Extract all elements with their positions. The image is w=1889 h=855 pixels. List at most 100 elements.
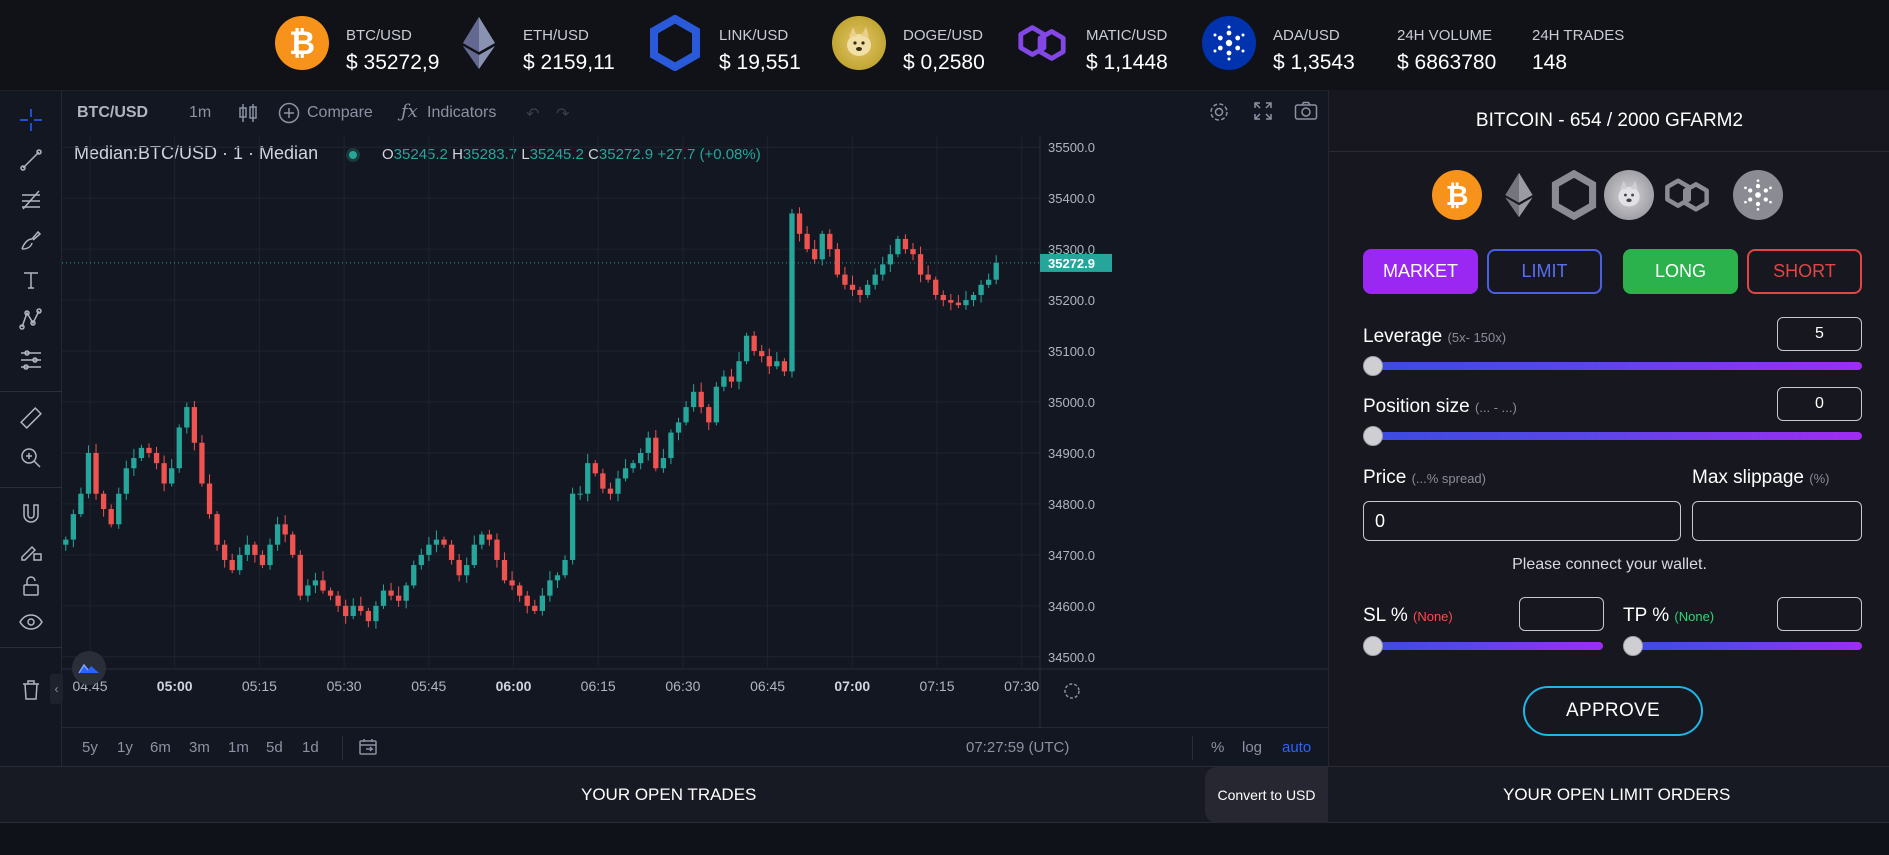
limit-order-button[interactable]: LIMIT — [1487, 249, 1602, 294]
tools-divider — [0, 487, 62, 488]
candle-body — [297, 554, 303, 596]
candle-body — [517, 585, 523, 596]
tradingview-logo-icon[interactable] — [72, 651, 106, 685]
time-tick-label: 06:30 — [665, 678, 700, 694]
candle-body — [751, 335, 757, 352]
candle-body — [925, 274, 931, 280]
sl-hint: (None) — [1413, 609, 1453, 624]
compare-button[interactable]: Compare — [307, 104, 373, 122]
candle-body — [842, 274, 848, 285]
utc-clock[interactable]: 07:27:59 (UTC) — [966, 739, 1069, 756]
prediction-tool-icon[interactable] — [16, 345, 46, 375]
magnet-icon[interactable] — [16, 499, 46, 529]
max-slippage-input[interactable] — [1692, 501, 1862, 541]
candle-body — [464, 565, 470, 576]
ruler-icon[interactable] — [16, 403, 46, 433]
max-slippage-hint: (%) — [1809, 471, 1830, 486]
candle-body — [902, 238, 909, 250]
snapshot-camera-icon[interactable] — [1294, 101, 1318, 126]
asset-selector: ₿ — [1329, 170, 1889, 226]
price-tick-label: 34900.0 — [1048, 446, 1095, 461]
tp-label-text: TP % — [1623, 605, 1670, 626]
compare-plus-icon[interactable] — [278, 102, 300, 129]
position-size-input[interactable] — [1777, 387, 1862, 421]
tp-slider-handle[interactable] — [1623, 636, 1643, 656]
convert-to-usd-button[interactable]: Convert to USD — [1205, 767, 1328, 823]
fullscreen-icon[interactable] — [1253, 101, 1273, 126]
candle-body — [169, 468, 175, 484]
candle-body — [675, 422, 682, 433]
candle-body — [131, 458, 137, 469]
sl-slider-handle[interactable] — [1363, 636, 1383, 656]
ethereum-icon[interactable] — [1494, 170, 1544, 220]
trash-icon[interactable] — [16, 675, 46, 705]
percent-scale-toggle[interactable]: % — [1211, 739, 1224, 756]
tools-divider — [0, 391, 62, 392]
crosshair-icon[interactable] — [16, 105, 46, 135]
redo-icon[interactable]: ↷ — [556, 104, 569, 124]
range-1d[interactable]: 1d — [302, 739, 319, 756]
eye-icon[interactable] — [16, 607, 46, 637]
auto-scale-toggle[interactable]: auto — [1282, 739, 1311, 756]
position-size-slider[interactable] — [1363, 426, 1862, 446]
range-5d[interactable]: 5d — [266, 739, 283, 756]
undo-icon[interactable]: ↶ — [526, 104, 539, 124]
short-button[interactable]: SHORT — [1747, 249, 1862, 294]
text-tool-icon[interactable] — [16, 265, 46, 295]
pattern-tool-icon[interactable] — [16, 305, 46, 335]
tp-input[interactable] — [1777, 597, 1862, 631]
indicators-button[interactable]: Indicators — [427, 104, 496, 122]
range-1m[interactable]: 1m — [228, 739, 249, 756]
candle-body — [327, 590, 334, 596]
leverage-slider-handle[interactable] — [1363, 356, 1383, 376]
open-limit-orders-tab[interactable]: YOUR OPEN LIMIT ORDERS — [1503, 785, 1730, 805]
trend-line-icon[interactable] — [16, 145, 46, 175]
candle-style-icon[interactable] — [238, 102, 258, 129]
candle-body — [252, 544, 258, 555]
leverage-slider[interactable] — [1363, 356, 1862, 376]
pair-title: BITCOIN - 654 / 2000 GFARM2 — [1329, 90, 1889, 152]
unlock-icon[interactable] — [16, 571, 46, 601]
leverage-input[interactable] — [1777, 317, 1862, 351]
range-6m[interactable]: 6m — [150, 739, 171, 756]
ticker-price: $ 2159,11 — [523, 51, 615, 74]
goto-date-icon[interactable] — [358, 737, 378, 761]
open-trades-tab[interactable]: YOUR OPEN TRADES — [581, 785, 756, 805]
approve-button[interactable]: APPROVE — [1523, 686, 1703, 736]
range-1y[interactable]: 1y — [117, 739, 133, 756]
range-3m[interactable]: 3m — [189, 739, 210, 756]
fib-tools-icon[interactable] — [16, 185, 46, 215]
sl-input[interactable] — [1519, 597, 1604, 631]
price-input[interactable] — [1363, 501, 1681, 541]
candle-body — [585, 463, 591, 494]
indicators-fx-icon[interactable]: ƒx — [401, 101, 418, 122]
candle-body — [759, 351, 765, 357]
candle-body — [796, 213, 803, 234]
candle-body — [343, 605, 349, 617]
zoom-in-icon[interactable] — [16, 443, 46, 473]
long-button[interactable]: LONG — [1623, 249, 1738, 294]
log-scale-toggle[interactable]: log — [1242, 739, 1262, 756]
tp-slider[interactable] — [1623, 636, 1862, 656]
price-tick-label: 35000.0 — [1048, 395, 1095, 410]
range-5y[interactable]: 5y — [82, 739, 98, 756]
symbol-search-button[interactable]: BTC/USD — [77, 104, 148, 122]
settings-gear-icon[interactable] — [1208, 101, 1230, 128]
brush-icon[interactable] — [16, 225, 46, 255]
candle-body — [970, 294, 977, 301]
market-order-button[interactable]: MARKET — [1363, 249, 1478, 294]
lock-drawing-icon[interactable] — [16, 535, 46, 565]
cardano-icon[interactable] — [1733, 170, 1783, 220]
candlestick-chart[interactable]: 35500.035400.035300.035200.035100.035000… — [62, 137, 1328, 727]
dogecoin-icon[interactable] — [1604, 170, 1654, 220]
interval-button[interactable]: 1m — [189, 104, 211, 122]
bitcoin-icon[interactable]: ₿ — [1432, 170, 1482, 220]
polygon-icon[interactable] — [1662, 170, 1712, 220]
chainlink-icon[interactable] — [1549, 170, 1599, 220]
position-size-slider-handle[interactable] — [1363, 426, 1383, 446]
sl-slider[interactable] — [1363, 636, 1603, 656]
candle-body — [880, 264, 886, 275]
candle-body — [539, 595, 545, 611]
candle-body — [448, 544, 455, 560]
price-tick-label: 34500.0 — [1048, 650, 1095, 665]
